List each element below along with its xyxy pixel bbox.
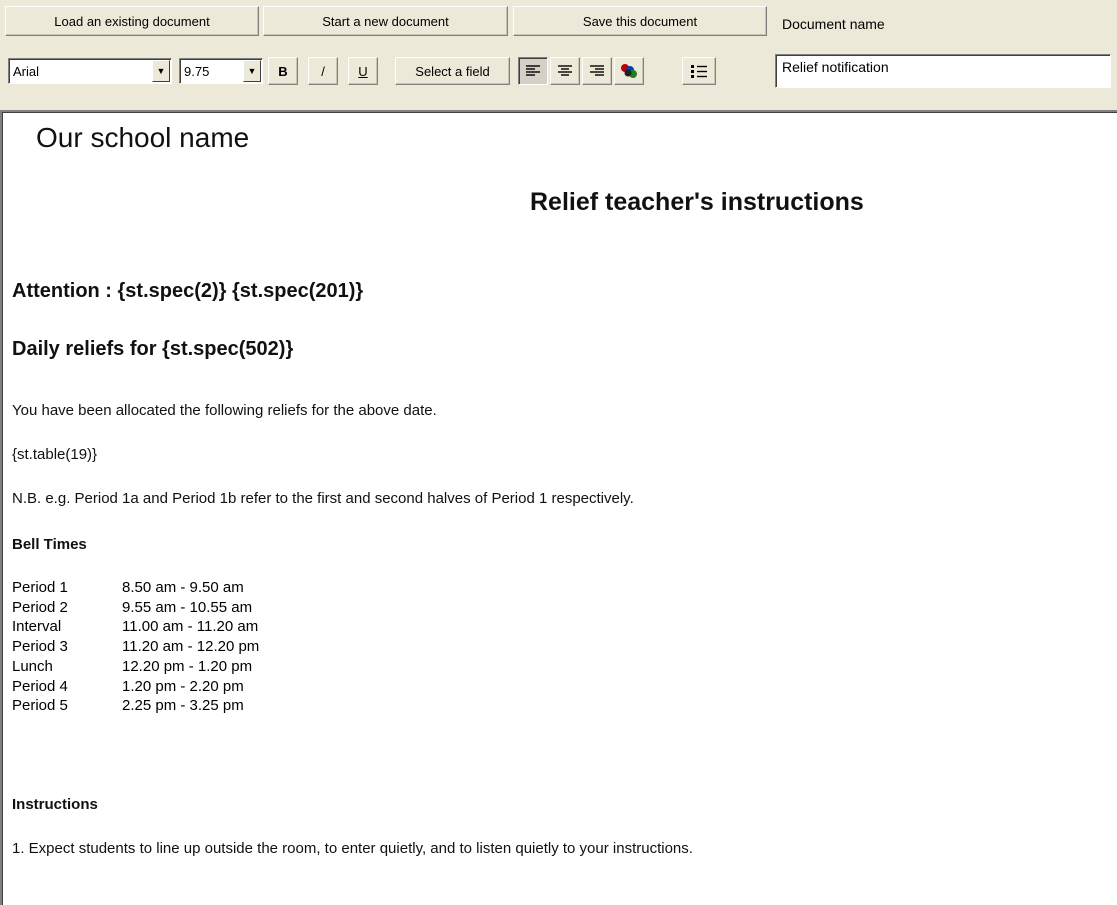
load-document-button[interactable]: Load an existing document bbox=[5, 6, 259, 36]
bell-times-heading: Bell Times bbox=[12, 536, 87, 553]
align-left-icon bbox=[526, 65, 540, 76]
new-document-button[interactable]: Start a new document bbox=[263, 6, 508, 36]
bell-time-row: Period 2 9.55 am - 10.55 am bbox=[12, 598, 253, 616]
bell-time-row: Period 1 8.50 am - 9.50 am bbox=[12, 579, 244, 596]
bullet-list-icon bbox=[691, 65, 707, 78]
document-name-field[interactable]: Relief notification bbox=[775, 54, 1111, 88]
align-left-button[interactable] bbox=[518, 57, 548, 85]
school-name-text: Our school name bbox=[36, 122, 250, 153]
font-size-select[interactable]: 9.75 ▼ bbox=[179, 58, 263, 84]
underline-button[interactable]: U bbox=[348, 57, 378, 85]
font-select[interactable]: Arial ▼ bbox=[8, 58, 172, 84]
table-field-text: {st.table(19)} bbox=[12, 446, 98, 463]
align-right-icon bbox=[590, 65, 604, 76]
instructions-heading: Instructions bbox=[12, 796, 98, 813]
align-center-button[interactable] bbox=[550, 57, 580, 85]
font-size-value: 9.75 bbox=[184, 63, 210, 79]
nb-text: N.B. e.g. Period 1a and Period 1b refer … bbox=[12, 490, 634, 507]
bell-time-row: Lunch 12.20 pm - 1.20 pm bbox=[12, 657, 253, 675]
attention-line: Attention : {st.spec(2)} {st.spec(201)} bbox=[12, 280, 364, 302]
chevron-down-icon[interactable]: ▼ bbox=[152, 60, 170, 82]
bell-time-row: Period 5 2.25 pm - 3.25 pm bbox=[12, 697, 244, 715]
document-name-label: Document name bbox=[782, 16, 885, 32]
bell-time-row: Period 3 11.20 am - 12.20 pm bbox=[12, 638, 260, 656]
bell-time-row: Period 4 1.20 pm - 2.20 pm bbox=[12, 677, 244, 695]
instruction-item: 1. Expect students to line up outside th… bbox=[12, 840, 693, 857]
font-select-value: Arial bbox=[13, 63, 40, 79]
align-center-icon bbox=[558, 65, 572, 76]
daily-reliefs-line: Daily reliefs for {st.spec(502)} bbox=[12, 338, 294, 360]
document-heading: Relief teacher's instructions bbox=[530, 188, 864, 216]
chevron-down-icon[interactable]: ▼ bbox=[243, 60, 261, 82]
bold-button[interactable]: B bbox=[268, 57, 298, 85]
align-right-button[interactable] bbox=[582, 57, 612, 85]
document-editor[interactable]: Our school name Relief teacher's instruc… bbox=[0, 110, 1117, 905]
bell-time-row: Interval 11.00 am - 11.20 am bbox=[12, 618, 259, 636]
italic-button[interactable]: / bbox=[308, 57, 338, 85]
select-field-button[interactable]: Select a field bbox=[395, 57, 510, 85]
font-color-button[interactable] bbox=[614, 57, 644, 85]
font-color-icon bbox=[621, 64, 637, 78]
allocated-text: You have been allocated the following re… bbox=[12, 402, 437, 419]
bullet-list-button[interactable] bbox=[682, 57, 716, 85]
save-document-button[interactable]: Save this document bbox=[513, 6, 767, 36]
bell-times-list: Period 1 8.50 am - 9.50 am Period 2 9.55 a… bbox=[12, 578, 259, 716]
